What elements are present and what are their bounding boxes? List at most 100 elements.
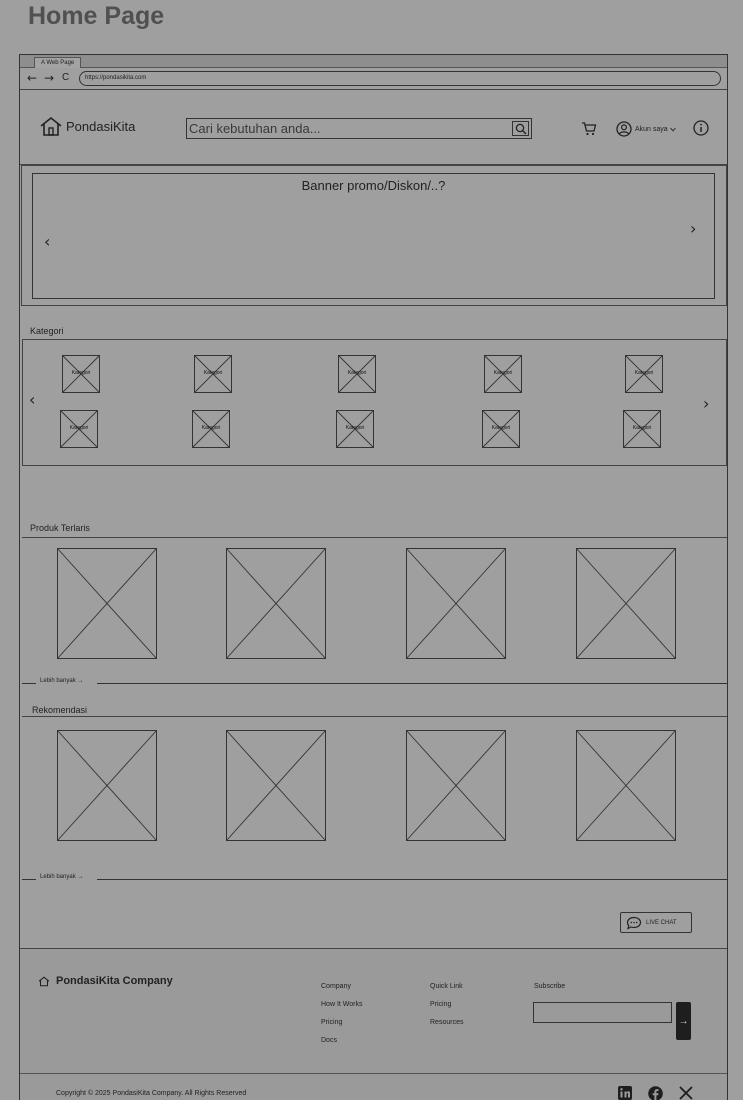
kategori-tile[interactable]: Kategori xyxy=(192,410,230,448)
image-placeholder-icon xyxy=(226,730,326,841)
produk-card[interactable] xyxy=(406,548,506,659)
footer-link-pricing[interactable]: Pricing xyxy=(430,1001,463,1008)
info-button[interactable] xyxy=(693,120,709,141)
image-placeholder-icon xyxy=(576,548,676,659)
section-divider xyxy=(22,716,727,717)
kategori-label: Kategori xyxy=(491,425,511,431)
rekomendasi-card[interactable] xyxy=(406,730,506,841)
site-header: PondasiKita Akun saya xyxy=(20,91,727,165)
kategori-label: Kategori xyxy=(201,425,221,431)
copyright-text: Copyright © 2025 PondasiKita Company. Al… xyxy=(56,1090,247,1097)
footer-link-how-it-works[interactable]: How It Works xyxy=(321,1001,363,1008)
image-placeholder-icon xyxy=(57,730,157,841)
kategori-label: Kategori xyxy=(69,425,89,431)
produk-more-row: Lebih banyak → xyxy=(22,678,727,688)
kategori-label: Kategori xyxy=(71,370,91,376)
divider-line xyxy=(97,683,727,684)
image-placeholder-icon xyxy=(57,548,157,659)
produk-card[interactable] xyxy=(576,548,676,659)
footer-link-docs[interactable]: Docs xyxy=(321,1037,363,1044)
forward-button[interactable]: → xyxy=(44,71,54,85)
footer-link-pricing[interactable]: Pricing xyxy=(321,1019,363,1026)
image-placeholder-icon xyxy=(576,730,676,841)
kategori-tile[interactable]: Kategori xyxy=(194,355,232,393)
banner-text: Banner promo/Diskon/..? xyxy=(301,178,446,193)
rekomendasi-title: Rekomendasi xyxy=(32,705,88,715)
info-icon xyxy=(693,120,709,136)
subscribe-title: Subscribe xyxy=(534,983,566,990)
home-icon xyxy=(40,116,62,136)
footer-quicklink-column: Quick Link Pricing Resources xyxy=(430,983,463,1037)
x-link[interactable] xyxy=(679,1086,693,1100)
live-chat-button[interactable]: LIVE CHAT xyxy=(620,912,692,933)
promo-banner[interactable]: Banner promo/Diskon/..? ‹ › xyxy=(32,173,715,299)
account-label: Akun saya xyxy=(635,125,668,133)
produk-more-link[interactable]: Lebih banyak → xyxy=(40,678,83,684)
section-divider xyxy=(22,537,727,538)
cart-button[interactable] xyxy=(581,121,597,141)
user-icon xyxy=(616,121,632,137)
kategori-prev-button[interactable]: ‹ xyxy=(29,390,35,409)
search-box xyxy=(186,118,532,139)
kategori-tile[interactable]: Kategori xyxy=(336,410,374,448)
live-chat-label: LIVE CHAT xyxy=(646,919,677,926)
logo[interactable]: PondasiKita xyxy=(39,116,135,137)
produk-card[interactable] xyxy=(226,548,326,659)
home-icon xyxy=(38,976,50,986)
produk-terlaris-title: Produk Terlaris xyxy=(30,523,90,533)
rekomendasi-card[interactable] xyxy=(576,730,676,841)
footer-quicklink-title: Quick Link xyxy=(430,983,463,990)
facebook-link[interactable] xyxy=(648,1086,663,1100)
rekomendasi-more-row: Lebih banyak → xyxy=(22,874,727,884)
back-button[interactable]: ← xyxy=(27,71,37,85)
produk-card[interactable] xyxy=(57,548,157,659)
search-input[interactable] xyxy=(189,120,511,137)
x-icon xyxy=(679,1086,693,1100)
url-field[interactable]: https://pondasikita.com xyxy=(79,71,721,86)
kategori-label: Kategori xyxy=(632,425,652,431)
linkedin-link[interactable] xyxy=(618,1086,632,1100)
kategori-tile[interactable]: Kategori xyxy=(482,410,520,448)
footer-company-title: Company xyxy=(321,983,351,990)
cart-icon xyxy=(582,122,597,136)
linkedin-icon xyxy=(618,1086,632,1100)
kategori-label: Kategori xyxy=(347,370,367,376)
subscribe-button[interactable]: → xyxy=(676,1002,691,1040)
rekomendasi-card[interactable] xyxy=(226,730,326,841)
browser-window: A Web Page ← → C https://pondasikita.com… xyxy=(19,54,728,1100)
search-icon xyxy=(515,123,526,134)
page-title: Home Page xyxy=(28,2,165,30)
banner-prev-button[interactable]: ‹ xyxy=(44,232,50,251)
kategori-label: Kategori xyxy=(345,425,365,431)
footer-divider xyxy=(20,1073,727,1074)
kategori-label: Kategori xyxy=(493,370,513,376)
footer-company-column: Company How It Works Pricing Docs xyxy=(321,983,363,1055)
footer-brand-text: PondasiKita Company xyxy=(56,975,173,987)
image-placeholder-icon xyxy=(406,730,506,841)
banner-next-button[interactable]: › xyxy=(690,219,696,238)
kategori-tile[interactable]: Kategori xyxy=(62,355,100,393)
subscribe-email-input[interactable] xyxy=(533,1002,672,1023)
kategori-tile[interactable]: Kategori xyxy=(338,355,376,393)
browser-tab[interactable]: A Web Page xyxy=(34,57,82,68)
kategori-label: Kategori xyxy=(203,370,223,376)
rekomendasi-more-link[interactable]: Lebih banyak → xyxy=(40,874,83,880)
rekomendasi-card[interactable] xyxy=(57,730,157,841)
kategori-tile[interactable]: Kategori xyxy=(484,355,522,393)
logo-text: PondasiKita xyxy=(66,119,136,134)
account-menu[interactable]: Akun saya xyxy=(616,121,676,137)
footer-brand[interactable]: PondasiKita Company xyxy=(38,975,173,987)
kategori-next-button[interactable]: › xyxy=(703,394,709,413)
kategori-carousel: ‹ › Kategori Kategori Kategori Kategori Kate… xyxy=(22,339,727,466)
kategori-tile[interactable]: Kategori xyxy=(623,410,661,448)
chevron-down-icon xyxy=(669,127,676,131)
kategori-tile[interactable]: Kategori xyxy=(60,410,98,448)
banner-section: Banner promo/Diskon/..? ‹ › xyxy=(21,165,727,306)
reload-button[interactable]: C xyxy=(62,71,69,85)
search-button[interactable] xyxy=(512,121,529,136)
divider-line xyxy=(22,683,36,684)
kategori-tile[interactable]: Kategori xyxy=(625,355,663,393)
chat-icon xyxy=(626,916,642,930)
image-placeholder-icon xyxy=(226,548,326,659)
footer-link-resources[interactable]: Resources xyxy=(430,1019,463,1026)
